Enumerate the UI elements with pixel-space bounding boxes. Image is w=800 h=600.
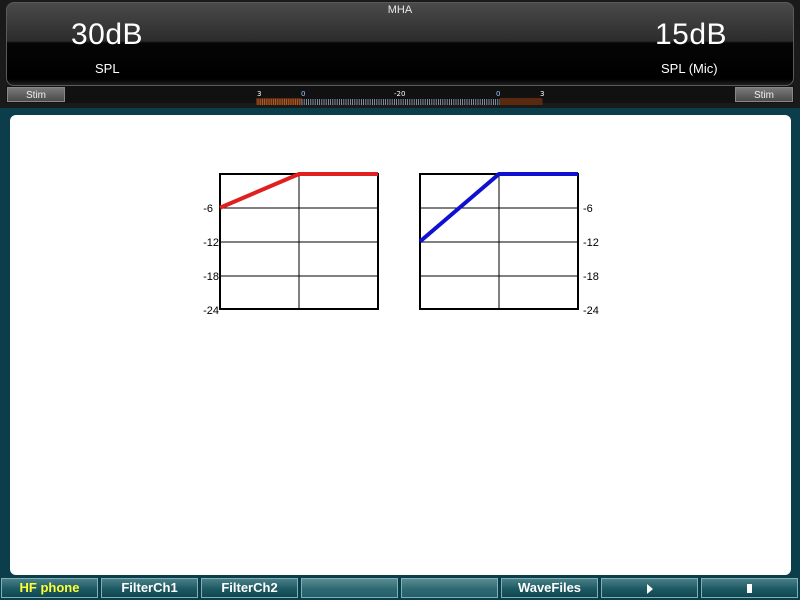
- left-ytick-label: -12: [203, 237, 219, 249]
- function-key-empty[interactable]: [301, 578, 398, 598]
- right-ytick-label: -24: [583, 305, 599, 317]
- left-ytick-label: -18: [203, 271, 219, 283]
- compression-graphs: -6 -12 -18 -24 -6 -12 -18 -24: [203, 172, 599, 317]
- right-ytick-label: -6: [583, 203, 593, 215]
- play-icon: [646, 583, 653, 594]
- vu-meter-right-peak: [500, 98, 542, 105]
- left-graph: -6 -12 -18 -24: [203, 172, 379, 317]
- left-ytick-label: -24: [203, 305, 219, 317]
- function-key-empty[interactable]: [401, 578, 498, 598]
- stim-left-button[interactable]: Stim: [7, 87, 65, 102]
- function-key-wavefiles[interactable]: WaveFiles: [501, 578, 598, 598]
- left-level-readout: 30dB: [71, 18, 144, 51]
- window-title: MHA: [387, 4, 413, 16]
- vu-meter: 3 0 -20 0 3: [256, 90, 544, 105]
- function-key-filterch2[interactable]: FilterCh2: [201, 578, 298, 598]
- graph-area: -6 -12 -18 -24 -6 -12 -18 -24: [10, 115, 791, 575]
- right-level-readout: 15dB: [655, 18, 728, 51]
- right-ytick-label: -12: [583, 237, 599, 249]
- function-key-filterch1[interactable]: FilterCh1: [101, 578, 198, 598]
- stim-right-button[interactable]: Stim: [735, 87, 793, 102]
- right-ytick-label: -18: [583, 271, 599, 283]
- right-unit-label: SPL (Mic): [661, 61, 718, 76]
- left-ytick-label: -6: [203, 203, 213, 215]
- stop-icon: [747, 584, 752, 594]
- vu-label-0-right: 0: [496, 90, 500, 98]
- right-graph: -6 -12 -18 -24: [418, 172, 599, 317]
- vu-label-minus20: -20: [394, 90, 405, 98]
- left-unit-label: SPL: [95, 61, 120, 76]
- function-key-hf-phone[interactable]: HF phone: [1, 578, 98, 598]
- vu-label-3-left: 3: [257, 90, 261, 98]
- play-button[interactable]: [601, 578, 698, 598]
- stop-button[interactable]: [701, 578, 798, 598]
- vu-label-0-left: 0: [301, 90, 305, 98]
- vu-label-3-right: 3: [540, 90, 544, 98]
